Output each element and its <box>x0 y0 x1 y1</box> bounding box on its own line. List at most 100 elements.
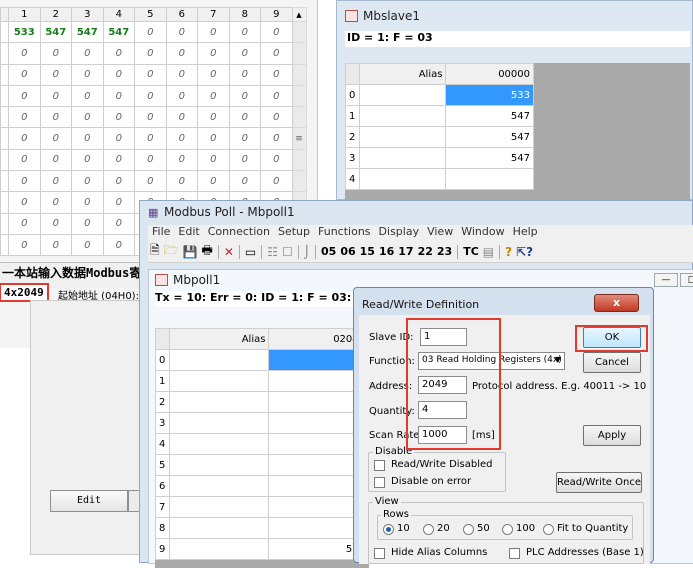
register-value-cell[interactable]: 0 <box>165 63 198 86</box>
register-value-cell[interactable]: 0 <box>8 233 41 257</box>
scrollbar-track[interactable] <box>291 42 307 65</box>
function-23-button[interactable]: 23 <box>437 245 452 258</box>
register-value-cell[interactable]: 0 <box>197 170 230 193</box>
register-value-cell[interactable]: 0 <box>197 63 230 86</box>
alias-cell[interactable] <box>168 412 270 434</box>
context-help-icon[interactable]: ⇱? <box>516 245 533 259</box>
close-button[interactable]: x <box>594 294 639 312</box>
register-value-cell[interactable]: 0 <box>102 42 135 65</box>
disable-on-error-checkbox[interactable] <box>374 477 385 488</box>
menu-setup[interactable]: Setup <box>274 225 314 238</box>
register-value-cell[interactable]: 0 <box>134 170 167 193</box>
alias-cell[interactable] <box>358 126 447 148</box>
register-value-cell[interactable]: 0 <box>71 84 104 108</box>
register-value-cell[interactable]: 0 <box>134 106 167 129</box>
register-value-cell[interactable]: 0 <box>102 106 135 129</box>
register-value-cell[interactable]: 0 <box>71 212 104 235</box>
register-value-cell[interactable]: 0 <box>228 63 261 86</box>
menu-view[interactable]: View <box>423 225 457 238</box>
menu-file[interactable]: File <box>148 225 174 238</box>
register-value-cell[interactable]: 0 <box>71 170 104 193</box>
register-value-cell[interactable]: 0 <box>228 42 261 65</box>
window-icon[interactable]: ▭ <box>245 245 256 259</box>
scrollbar-track[interactable] <box>291 170 307 193</box>
register-value-cell[interactable]: 0 <box>134 84 167 108</box>
scrollbar-track[interactable] <box>291 148 307 172</box>
menu-display[interactable]: Display <box>375 225 424 238</box>
open-folder-icon[interactable]: 🗁 <box>164 241 179 262</box>
alias-cell[interactable] <box>168 454 270 476</box>
register-value-cell[interactable]: 0 <box>102 233 135 257</box>
register-value-cell[interactable]: 0 <box>260 170 293 193</box>
save-icon[interactable]: 💾 <box>183 245 198 259</box>
register-value-cell[interactable]: 0 <box>165 42 198 65</box>
register-value-cell[interactable]: 0 <box>228 84 261 108</box>
alias-cell[interactable] <box>358 147 447 169</box>
register-value-cell[interactable]: 0 <box>228 148 261 172</box>
register-value-cell[interactable]: 0 <box>260 106 293 129</box>
function-15-button[interactable]: 15 <box>360 245 375 258</box>
register-value-cell[interactable]: 0 <box>134 42 167 65</box>
register-value-cell[interactable]: 0 <box>134 63 167 86</box>
restore-button[interactable]: □ <box>680 273 693 287</box>
register-value-cell[interactable]: 0 <box>39 191 72 214</box>
pulse-icon[interactable]: ⌡ <box>304 245 310 259</box>
register-value-cell[interactable]: 0 <box>8 170 41 193</box>
register-value-cell[interactable]: 0 <box>39 170 72 193</box>
register-value-cell[interactable]: 0 <box>260 84 293 108</box>
register-value-cell[interactable]: 0 <box>260 42 293 65</box>
scrollbar-track[interactable] <box>291 84 307 108</box>
register-value-cell[interactable]: 0 <box>39 148 72 172</box>
register-value-cell[interactable]: 0 <box>39 106 72 129</box>
register-value-cell[interactable]: 0 <box>102 127 135 150</box>
test-center-button[interactable]: TC <box>463 245 479 258</box>
register-value-cell[interactable]: 0 <box>165 20 198 44</box>
rows-50-radio[interactable] <box>463 524 474 535</box>
menu-connection[interactable]: Connection <box>204 225 274 238</box>
menu-functions[interactable]: Functions <box>314 225 375 238</box>
value-cell[interactable] <box>445 168 534 190</box>
register-value-cell[interactable]: 0 <box>197 42 230 65</box>
minimize-button[interactable]: — <box>654 273 678 287</box>
register-value-cell[interactable]: 0 <box>8 84 41 108</box>
register-value-cell[interactable]: 0 <box>39 63 72 86</box>
register-value-cell[interactable]: 0 <box>102 191 135 214</box>
register-value-cell[interactable]: 0 <box>260 148 293 172</box>
register-value-cell[interactable]: 0 <box>165 127 198 150</box>
print-icon[interactable]: 🖶 <box>202 241 213 262</box>
register-value-cell[interactable]: 0 <box>134 127 167 150</box>
function-22-button[interactable]: 22 <box>418 245 433 258</box>
register-value-cell[interactable]: 0 <box>39 42 72 65</box>
menu-edit[interactable]: Edit <box>174 225 203 238</box>
register-value-cell[interactable]: 0 <box>260 20 293 44</box>
function-16-button[interactable]: 16 <box>379 245 394 258</box>
scrollbar-track[interactable] <box>291 63 307 86</box>
register-value-cell[interactable]: 0 <box>197 84 230 108</box>
register-value-cell[interactable]: 0 <box>165 170 198 193</box>
help-icon[interactable]: ? <box>505 245 512 259</box>
register-value-cell[interactable]: 0 <box>102 84 135 108</box>
register-value-cell[interactable]: 0 <box>102 63 135 86</box>
cancel-button[interactable]: Cancel <box>583 352 641 373</box>
register-value-cell[interactable]: 0 <box>8 42 41 65</box>
register-value-cell[interactable]: 0 <box>165 148 198 172</box>
register-value-cell[interactable]: 0 <box>197 148 230 172</box>
scrollbar-track[interactable] <box>291 106 307 129</box>
scrollbar-thumb[interactable]: ≡ <box>291 127 307 150</box>
function-05-button[interactable]: 05 <box>321 245 336 258</box>
plc-addresses-checkbox[interactable] <box>509 548 520 559</box>
register-value-cell[interactable]: 0 <box>134 20 167 44</box>
value-cell-selected[interactable]: 533 <box>445 84 534 106</box>
alias-cell[interactable] <box>168 370 270 392</box>
register-value-cell[interactable]: 0 <box>8 63 41 86</box>
scroll-up-icon[interactable]: ▲ <box>291 7 307 22</box>
value-cell[interactable]: 547 <box>445 126 534 148</box>
register-value-cell[interactable]: 0 <box>71 42 104 65</box>
alias-cell[interactable] <box>168 496 270 518</box>
delete-icon[interactable]: ✕ <box>224 245 234 259</box>
value-cell[interactable]: 547 <box>445 147 534 169</box>
register-value-cell[interactable]: 0 <box>228 127 261 150</box>
hide-alias-checkbox[interactable] <box>374 548 385 559</box>
register-value-cell[interactable]: 0 <box>8 127 41 150</box>
register-value-cell[interactable]: 547 <box>102 20 135 44</box>
